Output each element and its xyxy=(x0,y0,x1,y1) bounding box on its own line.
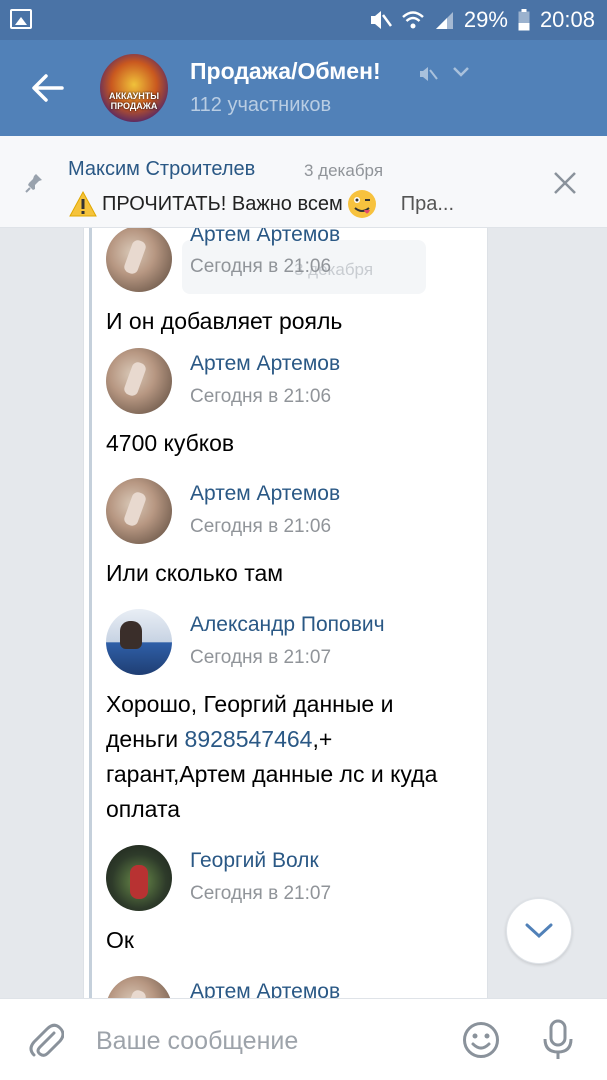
avatar[interactable] xyxy=(106,976,172,998)
avatar[interactable] xyxy=(106,845,172,911)
phone-link[interactable]: 8928547464 xyxy=(185,726,313,752)
chat-avatar[interactable]: АККАУНТЫ ПРОДАЖА xyxy=(100,54,168,122)
message-item[interactable]: Георгий Волк Сегодня в 21:07 Ок xyxy=(106,845,476,958)
members-count: 112 участников xyxy=(190,94,332,116)
message-text: Хорошо, Георгий данные и деньги 89285474… xyxy=(106,687,451,827)
message-item[interactable]: Александр Попович Сегодня в 21:07 Хорошо… xyxy=(106,609,451,827)
message-author[interactable]: Артем Артемов xyxy=(190,228,340,247)
close-icon[interactable] xyxy=(552,170,578,196)
message-text: Ок xyxy=(106,927,134,953)
message-author[interactable]: Александр Попович xyxy=(190,613,385,637)
message-input[interactable] xyxy=(96,1021,436,1061)
message-time: Сегодня в 21:07 xyxy=(190,647,332,668)
muted-chat-icon xyxy=(420,67,438,81)
battery-icon xyxy=(518,9,530,31)
status-bar: 29% 20:08 xyxy=(0,0,607,40)
battery-percent: 29% xyxy=(463,7,508,32)
wifi-icon xyxy=(402,11,424,29)
pinned-text-row: ПРОЧИТАТЬ! Важно всем Пра... xyxy=(68,188,518,220)
message-text: Или сколько там xyxy=(106,560,284,586)
message-item[interactable]: Артем Артемов Сегодня в 21:06 И он добав… xyxy=(106,228,476,339)
pinned-author: Максим Строителев xyxy=(68,158,256,180)
message-item[interactable]: Артем Артемов Сегодня в 21:06 Или скольк… xyxy=(106,478,476,591)
compose-bar xyxy=(0,998,607,1080)
warning-icon xyxy=(69,190,97,217)
message-text: И он добавляет рояль xyxy=(106,308,343,334)
pinned-more: Пра... xyxy=(400,192,455,215)
image-icon xyxy=(10,9,32,29)
chevron-down-icon[interactable] xyxy=(452,66,470,78)
scroll-down-button[interactable] xyxy=(506,898,572,964)
message-time: Сегодня в 21:06 xyxy=(190,256,332,277)
message-time: Сегодня в 21:07 xyxy=(190,883,332,904)
message-author[interactable]: Артем Артемов xyxy=(190,980,340,998)
chat-header: АККАУНТЫ ПРОДАЖА Продажа/Обмен! 112 учас… xyxy=(0,40,607,136)
avatar[interactable] xyxy=(106,228,172,292)
pinned-text: ПРОЧИТАТЬ! Важно всем xyxy=(102,192,343,215)
avatar[interactable] xyxy=(106,348,172,414)
message-author[interactable]: Артем Артемов xyxy=(190,352,340,376)
message-item[interactable]: Артем Артемов Сегодня в 21:06 4700 кубко… xyxy=(106,348,476,461)
clock: 20:08 xyxy=(539,7,595,32)
smile-icon[interactable] xyxy=(462,1021,500,1059)
chat-title[interactable]: Продажа/Обмен! xyxy=(190,58,381,85)
paperclip-icon[interactable] xyxy=(28,1021,64,1061)
message-time: Сегодня в 21:06 xyxy=(190,516,332,537)
message-list[interactable]: 3 декабря Артем Артемов Сегодня в 21:06 … xyxy=(0,228,607,998)
chevron-down-icon xyxy=(525,923,553,939)
avatar[interactable] xyxy=(106,609,172,675)
message-author[interactable]: Артем Артемов xyxy=(190,482,340,506)
mute-icon xyxy=(370,11,392,29)
microphone-icon[interactable] xyxy=(540,1019,576,1061)
message-author[interactable]: Георгий Волк xyxy=(190,849,319,873)
signal-icon xyxy=(435,12,453,29)
pinned-date: 3 декабря xyxy=(304,161,384,180)
quote-bar xyxy=(89,228,92,998)
message-text: 4700 кубков xyxy=(106,430,235,456)
avatar[interactable] xyxy=(106,478,172,544)
pin-icon xyxy=(25,174,42,193)
winking-face-icon xyxy=(347,190,376,218)
message-item[interactable]: Артем Артемов xyxy=(106,976,476,998)
message-time: Сегодня в 21:06 xyxy=(190,386,332,407)
avatar-logo-text: АККАУНТЫ ПРОДАЖА xyxy=(108,91,160,111)
pinned-message[interactable]: Максим Строителев 3 декабря ПРОЧИТАТЬ! В… xyxy=(0,136,607,228)
back-arrow-icon[interactable] xyxy=(28,70,68,106)
